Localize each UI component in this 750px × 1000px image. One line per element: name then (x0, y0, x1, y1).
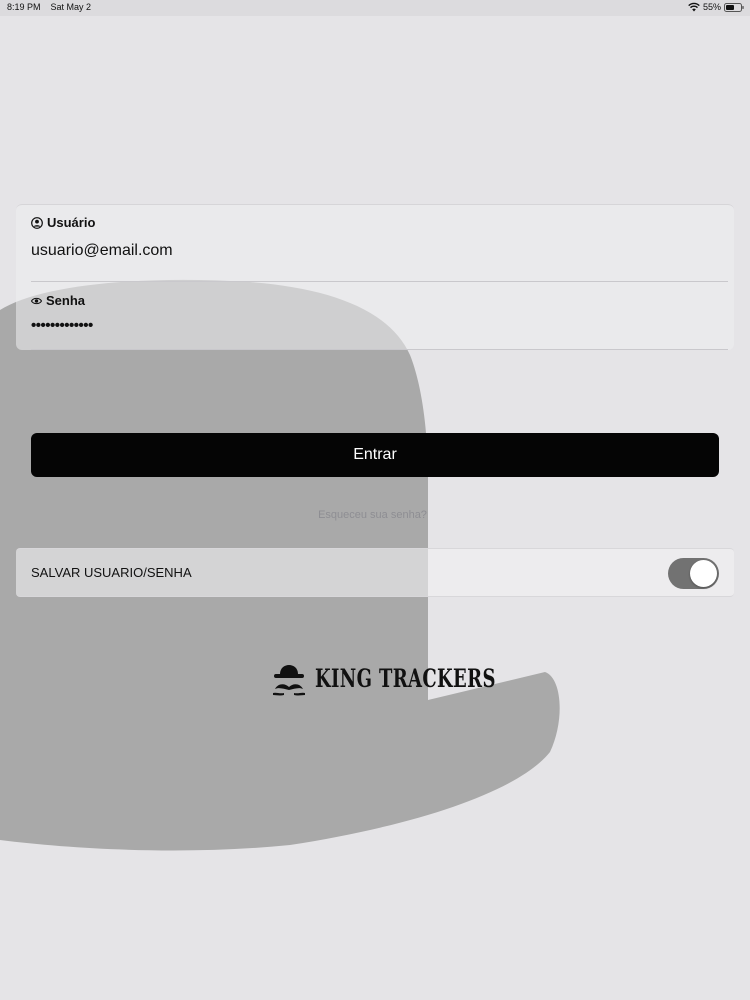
username-label-row: Usuário (31, 215, 728, 230)
status-left: 8:19 PM Sat May 2 (7, 2, 91, 12)
status-date: Sat May 2 (50, 2, 92, 12)
save-credentials-label: SALVAR USUARIO/SENHA (31, 565, 192, 580)
toggle-knob (690, 560, 717, 587)
background-hat-shape (0, 279, 560, 851)
username-field[interactable]: Usuário usuario@email.com (31, 215, 728, 282)
status-bar: 8:19 PM Sat May 2 55% (0, 0, 750, 16)
brand-logo: KING TRACKERS (272, 658, 566, 698)
save-credentials-row: SALVAR USUARIO/SENHA (16, 548, 734, 597)
save-credentials-toggle[interactable] (668, 558, 719, 589)
status-right: 55% (688, 2, 744, 12)
battery-icon (724, 2, 744, 12)
bowler-hat-mustache-icon (273, 665, 305, 696)
forgot-password-link[interactable]: Esqueceu sua senha? (0, 509, 745, 521)
eye-icon[interactable] (31, 297, 42, 305)
status-time: 8:19 PM (7, 2, 41, 12)
password-label: Senha (46, 293, 86, 308)
username-label: Usuário (47, 215, 96, 230)
password-input[interactable]: ••••••••••••• (31, 317, 728, 334)
login-button[interactable]: Entrar (31, 433, 719, 477)
brand-name: KING TRACKERS (315, 663, 496, 693)
password-field[interactable]: Senha ••••••••••••• (31, 293, 728, 350)
battery-percent: 55% (702, 2, 721, 12)
username-input[interactable]: usuario@email.com (31, 242, 728, 260)
login-form: Usuário usuario@email.com Senha ••••••••… (16, 204, 734, 350)
user-circle-icon (31, 216, 43, 229)
password-label-row: Senha (31, 293, 728, 308)
wifi-icon (688, 2, 700, 12)
